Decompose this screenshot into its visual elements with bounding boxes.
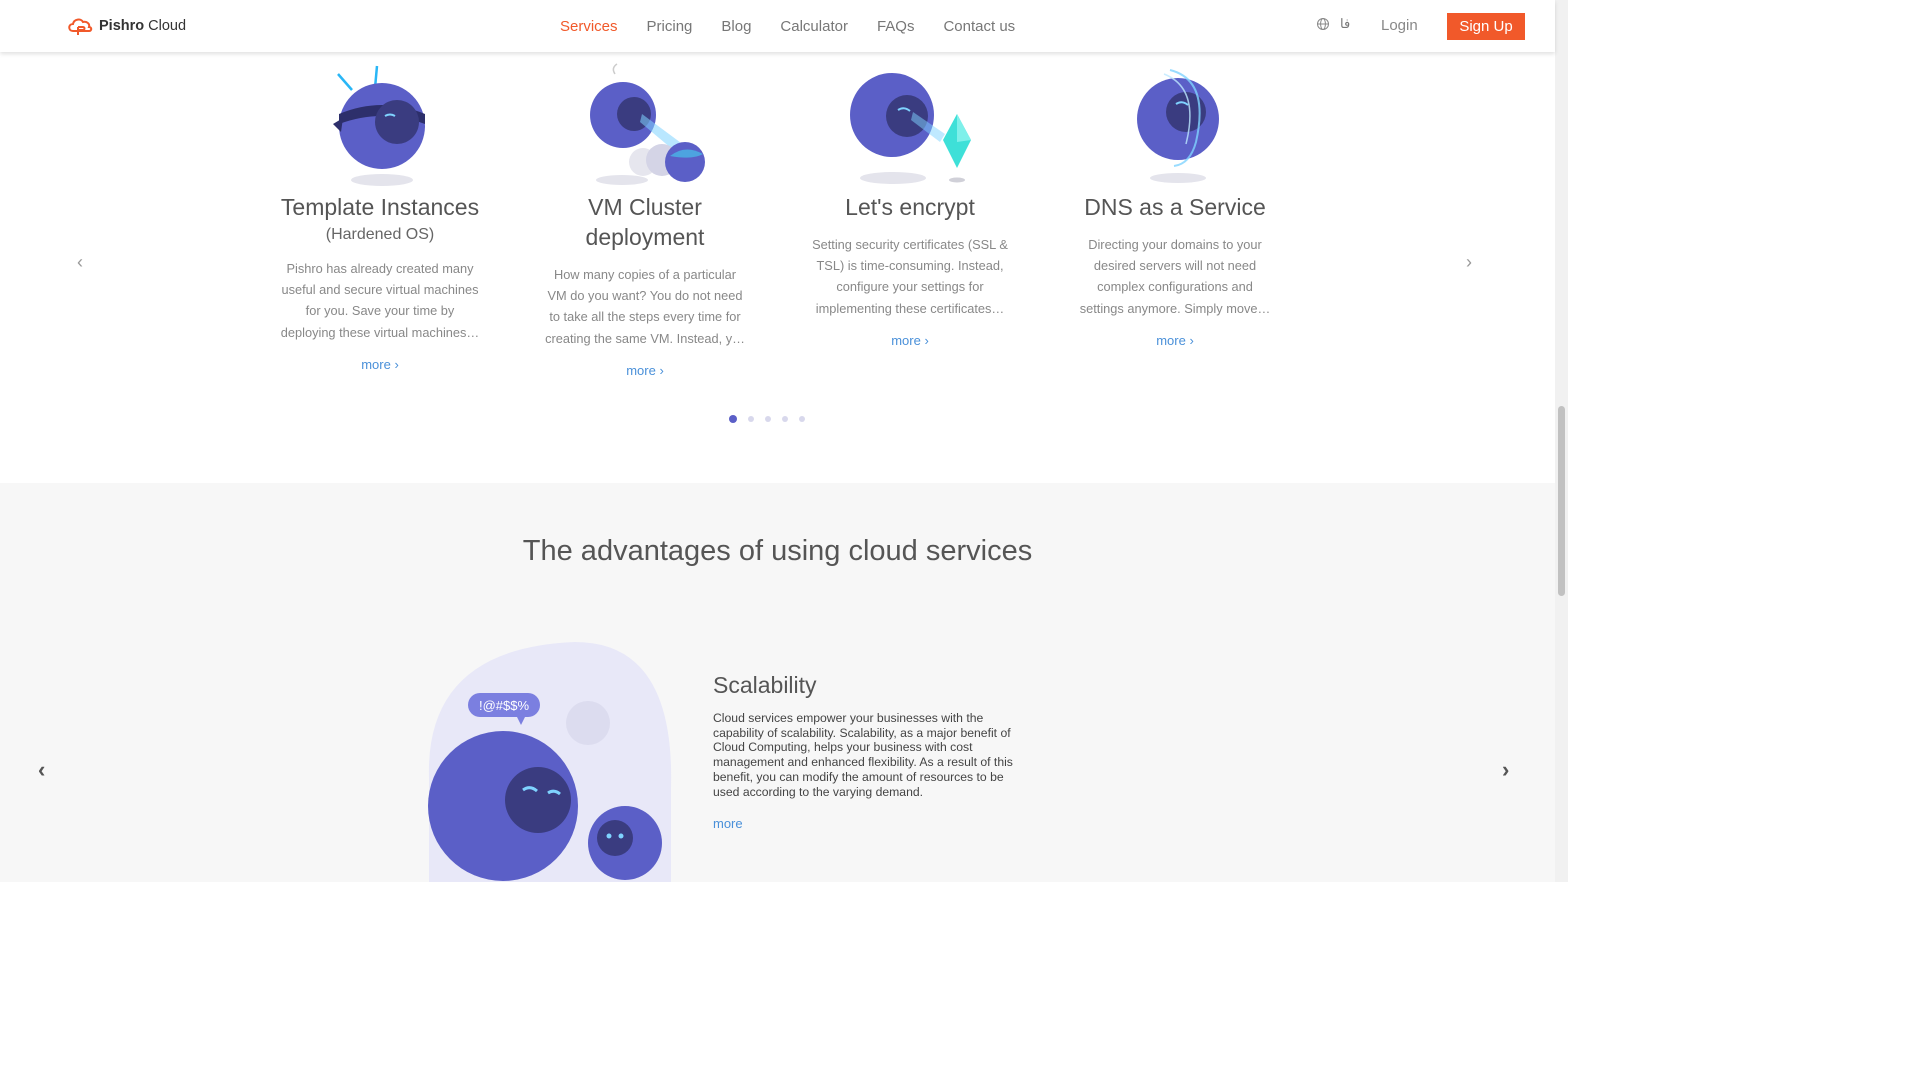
brand-name: Pishro Cloud [99,18,187,34]
carousel-prev-icon[interactable]: ‹ [77,252,83,273]
main-nav: Services Pricing Blog Calculator FAQs Co… [560,18,1044,35]
advantage-title: Scalability [713,672,817,698]
nav-services[interactable]: Services [560,18,618,35]
globe-icon [1317,18,1329,30]
page: Pishro Cloud Services Pricing Blog Calcu… [0,0,1568,882]
carousel-dot[interactable] [782,416,788,422]
card-title: DNS as a Service [1084,194,1266,220]
language-fa[interactable]: فا [1340,16,1350,32]
scrollbar-thumb[interactable] [1558,406,1565,596]
advantage-description: Cloud services empower your businesses w… [713,711,1013,799]
card-more-link[interactable]: more › [1156,333,1194,348]
language-switcher[interactable]: فا [1316,16,1350,32]
card-more-link[interactable]: more › [361,357,399,372]
page-scrollbar[interactable] [1555,0,1568,882]
service-card-vm-cluster: VM Cluster deployment How many copies of… [530,52,760,380]
card-more-link[interactable]: more › [891,333,929,348]
dns-robot-illustration [1060,52,1290,192]
card-title: VM Cluster deployment [585,194,705,250]
card-description: Pishro has already created many useful a… [280,261,480,340]
card-description: Directing your domains to your desired s… [1079,237,1271,316]
services-carousel: ‹ › Template Instances (Hardened OS) Pis… [0,52,1555,483]
nav-pricing[interactable]: Pricing [647,18,693,35]
logo[interactable]: Pishro Cloud [66,16,186,36]
card-description: How many copies of a particular VM do yo… [545,267,745,346]
advantages-next-icon[interactable]: › [1502,757,1509,783]
top-navbar: Pishro Cloud Services Pricing Blog Calcu… [0,0,1555,52]
crystal-robot-illustration [795,52,1025,192]
carousel-dot[interactable] [729,415,737,423]
cluster-robot-illustration [530,52,760,192]
card-title: Let's encrypt [845,194,975,220]
nav-calculator[interactable]: Calculator [780,18,848,35]
carousel-next-icon[interactable]: › [1466,252,1472,273]
advantages-section: The advantages of using cloud services ‹… [0,483,1555,882]
service-card-lets-encrypt: Let's encrypt Setting security certifica… [795,52,1025,350]
section-heading: The advantages of using cloud services [522,535,1033,567]
scalability-illustration: !@#$$% [425,638,675,882]
nav-faqs[interactable]: FAQs [877,18,915,35]
signup-button[interactable]: Sign Up [1447,13,1525,40]
service-card-dns: DNS as a Service Directing your domains … [1060,52,1290,350]
nav-blog[interactable]: Blog [721,18,751,35]
ninja-robot-illustration [265,52,495,192]
card-description: Setting security certificates (SSL & TSL… [812,237,1008,316]
carousel-dot[interactable] [748,416,754,422]
card-more-link[interactable]: more › [626,363,664,378]
carousel-dot[interactable] [765,416,771,422]
carousel-pagination [729,415,805,423]
advantages-prev-icon[interactable]: ‹ [38,757,45,783]
card-subtitle: (Hardened OS) [325,226,435,243]
carousel-dot[interactable] [799,416,805,422]
speech-bubble-text: !@#$$% [479,698,529,713]
login-link[interactable]: Login [1381,17,1418,34]
cloud-logo-icon [68,18,93,35]
service-card-template-instances: Template Instances (Hardened OS) Pishro … [265,52,495,374]
card-title: Template Instances [280,194,480,220]
nav-contact[interactable]: Contact us [943,18,1015,35]
advantage-more-link[interactable]: more [713,816,743,831]
